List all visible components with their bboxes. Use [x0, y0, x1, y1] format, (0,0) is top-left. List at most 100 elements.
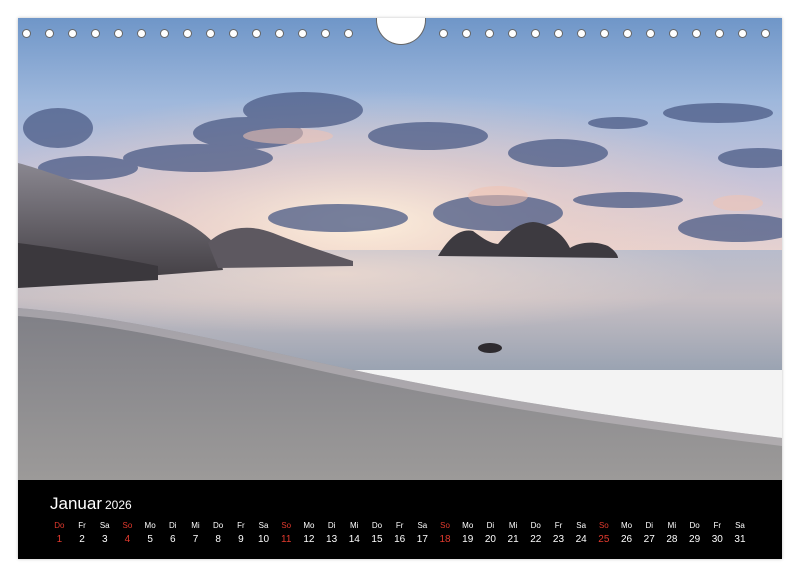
binding-hole	[439, 29, 448, 38]
day-cell: Do 1	[48, 521, 71, 547]
binding-hole	[692, 29, 701, 38]
binding-hole	[252, 29, 261, 38]
day-cell: Sa 24	[570, 521, 593, 547]
day-abbr: Do	[371, 521, 383, 530]
binding-hole	[623, 29, 632, 38]
day-abbr: Sa	[735, 521, 745, 530]
day-abbr: Mi	[350, 521, 359, 530]
day-number: 27	[643, 534, 655, 545]
day-number: 19	[462, 534, 474, 545]
binding-hole	[22, 29, 31, 38]
day-number: 30	[711, 534, 723, 545]
day-abbr: Sa	[99, 521, 110, 530]
binding-hole	[137, 29, 146, 38]
day-number: 18	[439, 534, 451, 545]
day-cell: Sa 10	[252, 521, 275, 547]
month-year: 2026	[104, 498, 132, 512]
day-cell: Fr 30	[706, 521, 729, 547]
binding-hole	[344, 29, 353, 38]
day-cell: Sa 31	[729, 521, 752, 547]
day-cell: Mo 26	[615, 521, 638, 547]
binding-holes	[18, 18, 782, 50]
day-abbr: So	[598, 521, 609, 530]
day-number: 10	[257, 534, 270, 545]
day-abbr: Do	[54, 521, 65, 530]
day-cell: Di 20	[479, 521, 502, 547]
day-number: 3	[101, 534, 108, 545]
day-cell: Sa 17	[411, 521, 434, 547]
binding-hole	[646, 29, 655, 38]
day-number: 25	[598, 534, 610, 545]
day-number: 12	[303, 534, 315, 545]
day-abbr: Mi	[667, 521, 677, 530]
month-title: Januar 2026	[50, 494, 132, 514]
day-abbr: Do	[530, 521, 541, 530]
day-number: 23	[552, 534, 565, 545]
day-number: 17	[416, 534, 428, 545]
day-cell: Di 27	[638, 521, 661, 547]
day-cell: So 4	[116, 521, 139, 547]
day-number: 11	[281, 534, 292, 545]
day-abbr: Di	[645, 521, 653, 530]
day-abbr: Fr	[78, 521, 86, 530]
day-abbr: So	[440, 521, 450, 530]
day-cell: Fr 16	[388, 521, 411, 547]
binding-hole	[68, 29, 77, 38]
day-number: 22	[530, 534, 542, 545]
day-abbr: Fr	[237, 521, 245, 530]
day-number: 16	[394, 534, 406, 545]
day-number: 13	[326, 534, 338, 545]
day-number: 8	[215, 534, 221, 545]
day-cell: Mo 19	[456, 521, 479, 547]
day-number: 4	[124, 534, 131, 545]
day-number: 14	[348, 534, 360, 545]
day-abbr: Fr	[554, 521, 563, 530]
calendar-strip: Januar 2026 Do 1 Fr 2 Sa 3 So 4 Mo 5 Di 6 Mi 7 Do 8 Fr 9 Sa…	[18, 480, 782, 559]
binding-hole	[321, 29, 330, 38]
binding-hole	[531, 29, 540, 38]
binding-hole	[715, 29, 724, 38]
day-abbr: Mi	[191, 521, 200, 530]
day-abbr: Fr	[713, 521, 722, 530]
day-abbr: So	[281, 521, 292, 530]
day-number: 29	[689, 534, 701, 545]
day-number: 20	[484, 534, 496, 545]
day-cell: Mi 14	[343, 521, 366, 547]
day-cell: Di 6	[161, 521, 184, 547]
day-cell: Sa 3	[93, 521, 116, 547]
day-cell: Do 8	[207, 521, 230, 547]
day-cell: Mi 28	[661, 521, 684, 547]
day-number: 7	[192, 534, 199, 545]
binding-hole	[600, 29, 609, 38]
binding-hole	[462, 29, 471, 38]
day-cell: So 18	[434, 521, 457, 547]
binding-hole	[183, 29, 192, 38]
day-cell: Mo 12	[298, 521, 321, 547]
binding-hole	[761, 29, 770, 38]
day-number: 2	[79, 534, 85, 545]
calendar-page: Januar 2026 Do 1 Fr 2 Sa 3 So 4 Mo 5 Di 6 Mi 7 Do 8 Fr 9 Sa…	[18, 18, 782, 559]
binding-hole	[91, 29, 100, 38]
day-abbr: So	[122, 521, 133, 530]
day-cell: Fr 9	[230, 521, 253, 547]
binding-hole	[485, 29, 494, 38]
day-number: 5	[147, 534, 153, 545]
day-number: 21	[507, 534, 519, 545]
day-number: 28	[666, 534, 678, 545]
day-number: 6	[170, 534, 176, 545]
day-number: 31	[734, 534, 746, 545]
hanger-notch	[376, 18, 426, 45]
month-name: Januar	[50, 494, 102, 513]
day-abbr: Di	[486, 521, 495, 530]
days-grid: Do 1 Fr 2 Sa 3 So 4 Mo 5 Di 6 Mi 7 Do 8 Fr 9 Sa 10 So 11 Mo 12 D…	[48, 521, 751, 547]
day-abbr: Mo	[144, 521, 156, 530]
day-abbr: Sa	[576, 521, 587, 530]
day-abbr: Di	[169, 521, 177, 530]
day-abbr: Mo	[462, 521, 474, 530]
binding-hole	[160, 29, 169, 38]
binding-hole	[114, 29, 123, 38]
day-abbr: Mo	[620, 521, 633, 530]
day-cell: Fr 23	[547, 521, 570, 547]
day-number: 15	[371, 534, 383, 545]
binding-hole	[45, 29, 54, 38]
